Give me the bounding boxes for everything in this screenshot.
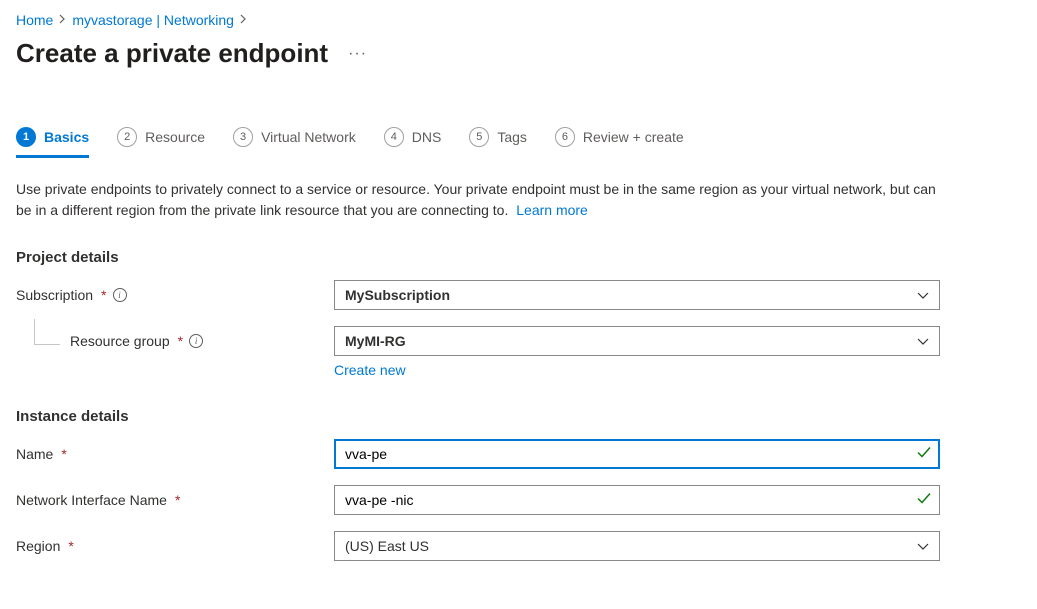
name-row: Name * xyxy=(16,439,1021,469)
required-asterisk: * xyxy=(61,446,66,462)
intro-text: Use private endpoints to privately conne… xyxy=(16,179,936,221)
tab-label: Review + create xyxy=(583,129,684,145)
tab-number-icon: 6 xyxy=(555,127,575,147)
label-text: Region xyxy=(16,538,60,554)
subscription-row: Subscription * i MySubscription xyxy=(16,280,1021,310)
select-value: MySubscription xyxy=(345,287,450,303)
label-text: Resource group xyxy=(70,333,170,349)
tab-basics[interactable]: 1 Basics xyxy=(16,127,89,158)
subscription-label: Subscription * i xyxy=(16,287,334,303)
required-asterisk: * xyxy=(178,333,183,349)
breadcrumb-resource[interactable]: myvastorage | Networking xyxy=(72,12,234,28)
chevron-down-icon xyxy=(917,538,929,554)
region-select[interactable]: (US) East US xyxy=(334,531,940,561)
chevron-right-icon xyxy=(59,13,66,27)
name-input[interactable] xyxy=(334,439,940,469)
region-label: Region * xyxy=(16,538,334,554)
info-icon[interactable]: i xyxy=(113,288,127,302)
wizard-tabs: 1 Basics 2 Resource 3 Virtual Network 4 … xyxy=(16,127,1021,159)
required-asterisk: * xyxy=(68,538,73,554)
label-text: Network Interface Name xyxy=(16,492,167,508)
more-actions-button[interactable]: ··· xyxy=(344,41,371,67)
tab-tags[interactable]: 5 Tags xyxy=(469,127,527,158)
resource-group-label: Resource group * i xyxy=(16,333,334,349)
select-value: (US) East US xyxy=(345,538,429,554)
page-title: Create a private endpoint xyxy=(16,38,328,69)
tab-label: Virtual Network xyxy=(261,129,356,145)
name-label: Name * xyxy=(16,446,334,462)
resource-group-select[interactable]: MyMI-RG xyxy=(334,326,940,356)
tab-label: Tags xyxy=(497,129,527,145)
required-asterisk: * xyxy=(175,492,180,508)
section-project-details: Project details xyxy=(16,249,1021,266)
select-value: MyMI-RG xyxy=(345,333,406,349)
tab-number-icon: 4 xyxy=(384,127,404,147)
tab-review-create[interactable]: 6 Review + create xyxy=(555,127,684,158)
tab-number-icon: 5 xyxy=(469,127,489,147)
tab-number-icon: 2 xyxy=(117,127,137,147)
nic-name-row: Network Interface Name * xyxy=(16,485,1021,515)
breadcrumb: Home myvastorage | Networking xyxy=(16,12,1021,28)
create-new-row: Create new xyxy=(16,362,1021,378)
tab-resource[interactable]: 2 Resource xyxy=(117,127,205,158)
tab-dns[interactable]: 4 DNS xyxy=(384,127,442,158)
tab-virtual-network[interactable]: 3 Virtual Network xyxy=(233,127,356,158)
page-title-row: Create a private endpoint ··· xyxy=(16,38,1021,69)
label-text: Subscription xyxy=(16,287,93,303)
resource-group-row: Resource group * i MyMI-RG xyxy=(16,326,1021,356)
subscription-select[interactable]: MySubscription xyxy=(334,280,940,310)
nic-name-input[interactable] xyxy=(334,485,940,515)
create-new-link[interactable]: Create new xyxy=(334,362,406,378)
info-icon[interactable]: i xyxy=(189,334,203,348)
chevron-down-icon xyxy=(917,333,929,349)
tab-label: Resource xyxy=(145,129,205,145)
learn-more-link[interactable]: Learn more xyxy=(516,202,588,218)
label-text: Name xyxy=(16,446,53,462)
breadcrumb-home[interactable]: Home xyxy=(16,12,53,28)
required-asterisk: * xyxy=(101,287,106,303)
tab-number-icon: 1 xyxy=(16,127,36,147)
chevron-right-icon xyxy=(240,13,247,27)
tab-label: Basics xyxy=(44,129,89,145)
intro-body: Use private endpoints to privately conne… xyxy=(16,181,936,218)
nic-name-label: Network Interface Name * xyxy=(16,492,334,508)
region-row: Region * (US) East US xyxy=(16,531,1021,561)
chevron-down-icon xyxy=(917,287,929,303)
tab-number-icon: 3 xyxy=(233,127,253,147)
tab-label: DNS xyxy=(412,129,442,145)
section-instance-details: Instance details xyxy=(16,408,1021,425)
indent-elbow-icon xyxy=(34,319,60,345)
